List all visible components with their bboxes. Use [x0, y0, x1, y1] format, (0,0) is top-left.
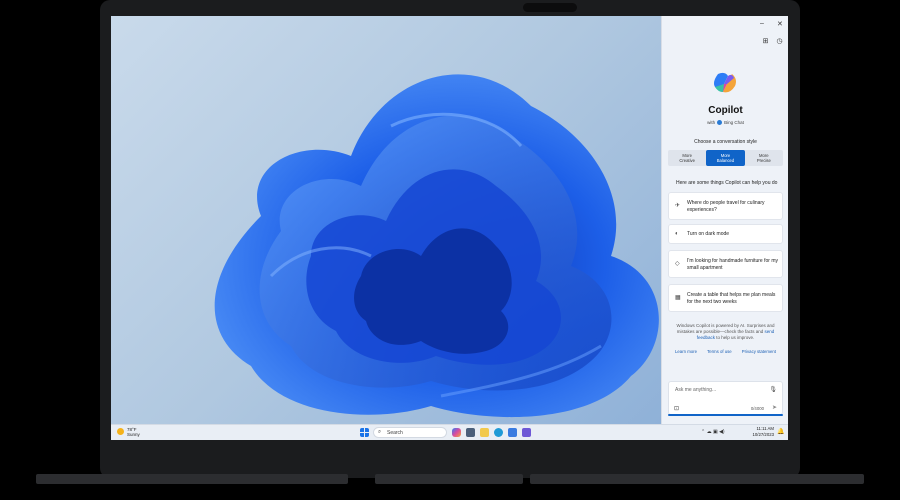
copilot-pane: – ✕ ⊞ ◷ Copilot with Bing Chat Choose a c… — [661, 16, 788, 424]
laptop-base-left — [36, 474, 348, 484]
terms-of-use-link[interactable]: Terms of use — [707, 349, 732, 354]
start-icon[interactable] — [360, 428, 369, 437]
suggestion-card[interactable]: ◇ I'm looking for handmade furniture for… — [668, 250, 783, 278]
search-icon: ⌕ — [378, 429, 382, 435]
bloom-wallpaper-graphic — [214, 74, 659, 418]
taskbar-clock[interactable]: 11:11 AM 10/27/2023 — [748, 426, 774, 438]
laptop-base-center — [375, 474, 523, 484]
suggestions-heading: Here are some things Copilot can help yo… — [676, 180, 778, 186]
learn-more-link[interactable]: Learn more — [675, 349, 697, 354]
notification-bell-icon[interactable]: 🔔 — [777, 428, 784, 435]
subtitle-brand: Bing Chat — [724, 120, 744, 125]
screen: – ✕ ⊞ ◷ Copilot with Bing Chat Choose a c… — [111, 16, 788, 440]
disclaimer-text-end: to help us improve. — [714, 335, 755, 340]
suggestion-text: Create a table that helps me plan meals … — [687, 292, 776, 305]
bing-icon — [717, 120, 723, 126]
add-image-icon[interactable]: ⊡ — [674, 405, 679, 412]
suggestion-card[interactable]: ◐ Turn on dark mode — [668, 224, 783, 244]
style-balanced-button[interactable]: More Balanced — [706, 150, 745, 166]
weather-desc: Sunny — [127, 432, 140, 437]
table-icon: ▦ — [675, 295, 681, 301]
send-icon[interactable]: ➤ — [772, 404, 777, 411]
conversation-style-heading: Choose a conversation style — [694, 139, 757, 145]
copilot-subtitle: with Bing Chat — [662, 120, 788, 126]
copilot-taskbar-icon[interactable] — [452, 428, 461, 437]
suggestion-card[interactable]: ▦ Create a table that helps me plan meal… — [668, 284, 783, 312]
input-focus-bar — [668, 414, 783, 416]
clock-time: 11:11 AM — [756, 426, 774, 431]
chat-input[interactable]: Ask me anything... 🎙 ⊡ 0/4000 ➤ — [668, 381, 783, 415]
suggestion-text: Where do people travel for culinary expe… — [687, 200, 765, 213]
desktop-wallpaper — [111, 16, 661, 424]
style-precise-button[interactable]: More Precise — [745, 150, 783, 166]
suggestion-card[interactable]: ✈ Where do people travel for culinary ex… — [668, 192, 783, 220]
microphone-icon[interactable]: 🎙 — [769, 386, 777, 393]
edge-icon[interactable] — [494, 428, 503, 437]
disclaimer-text: Windows Copilot is powered by AI. Surpri… — [676, 323, 775, 334]
weather-widget[interactable]: 78°F Sunny — [117, 427, 140, 437]
suggestion-text: I'm looking for handmade furniture for m… — [687, 258, 778, 271]
ai-disclaimer: Windows Copilot is powered by AI. Surpri… — [672, 323, 779, 341]
suggestion-text: Turn on dark mode — [687, 231, 730, 237]
clock-date: 10/27/2023 — [752, 432, 774, 437]
copilot-logo-icon — [714, 72, 736, 93]
system-tray[interactable]: ⌃ ☁ ▣ ◀) — [701, 429, 725, 435]
style-label-line2: Creative — [679, 158, 695, 163]
taskbar-search[interactable]: ⌕ Search — [373, 427, 447, 438]
character-count: 0/4000 — [750, 406, 764, 411]
history-icon[interactable]: ◷ — [776, 38, 783, 45]
store-icon[interactable] — [508, 428, 517, 437]
subtitle-prefix: with — [707, 120, 716, 125]
conversation-style-selector: More Creative More Balanced More Precise — [668, 150, 783, 166]
search-placeholder: Search — [387, 430, 403, 436]
sun-icon — [117, 428, 124, 435]
tag-icon: ◇ — [675, 261, 680, 267]
airplane-icon: ✈ — [675, 203, 681, 209]
dark-mode-icon: ◐ — [675, 231, 679, 237]
privacy-statement-link[interactable]: Privacy statement — [742, 349, 776, 354]
file-explorer-icon[interactable] — [480, 428, 489, 437]
close-icon[interactable]: ✕ — [777, 20, 783, 28]
open-in-browser-icon[interactable]: ⊞ — [762, 38, 769, 45]
taskbar: 78°F Sunny ⌕ Search ⌃ ☁ ▣ ◀) 11:11 AM 10… — [111, 424, 788, 440]
webcam — [523, 3, 577, 12]
copilot-title: Copilot — [708, 105, 743, 116]
style-label-line2: Precise — [756, 158, 771, 163]
minimize-icon[interactable]: – — [760, 20, 764, 27]
style-label-line2: Balanced — [716, 158, 735, 163]
chat-input-placeholder: Ask me anything... — [675, 387, 717, 393]
teams-icon[interactable] — [522, 428, 531, 437]
task-view-icon[interactable] — [466, 428, 475, 437]
style-creative-button[interactable]: More Creative — [668, 150, 706, 166]
footer-links: Learn more Terms of use Privacy statemen… — [670, 349, 781, 354]
laptop-base-right — [530, 474, 864, 484]
